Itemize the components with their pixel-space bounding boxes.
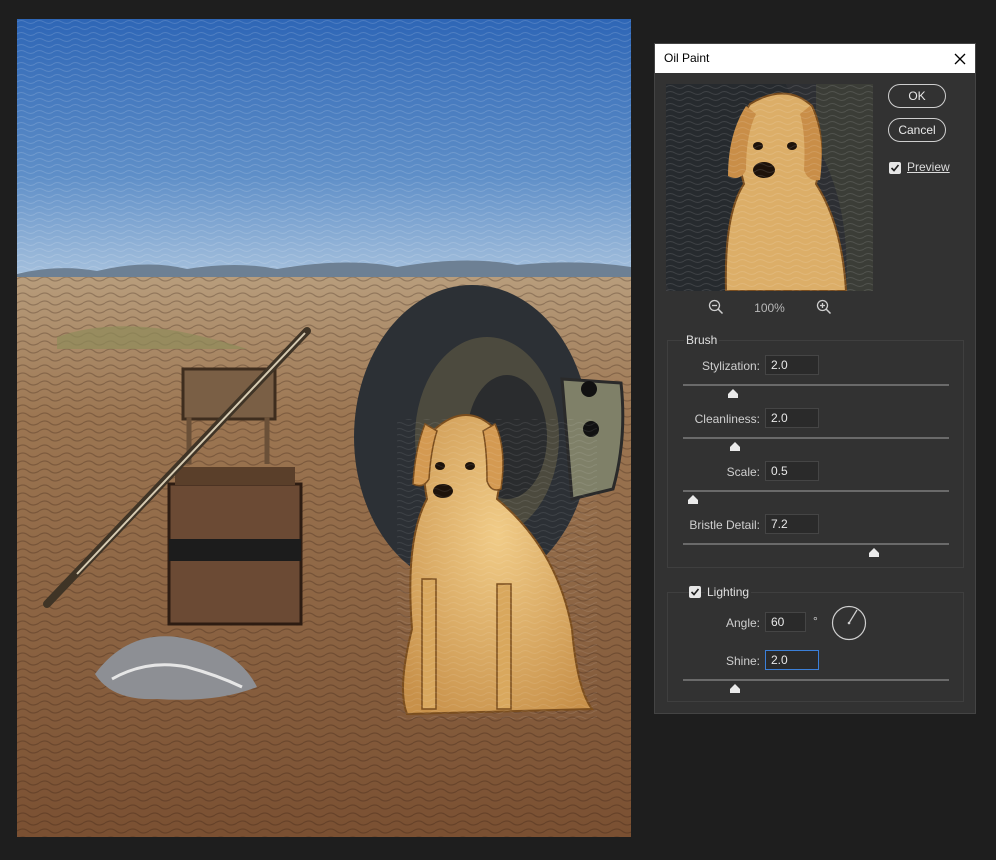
bristle-detail-input[interactable]: 7.2 [765,514,819,534]
brush-group-label: Brush [684,333,720,347]
shine-input[interactable]: 2.0 [765,650,819,670]
checkmark-icon [690,588,700,596]
shine-label: Shine: [725,654,760,668]
scale-slider-thumb[interactable] [688,495,698,504]
stylization-slider-thumb[interactable] [728,389,738,398]
scale-input[interactable]: 0.5 [765,461,819,481]
cleanliness-input[interactable]: 2.0 [765,408,819,428]
scale-slider-track[interactable] [683,490,949,492]
lighting-group-label: Lighting [705,585,752,599]
lighting-checkbox[interactable] [689,586,701,598]
cleanliness-label: Cleanliness: [694,412,760,426]
preview-label[interactable]: Preview [907,160,950,174]
oil-paint-image [17,19,631,837]
close-icon [954,53,966,64]
cleanliness-slider-thumb[interactable] [730,442,740,451]
angle-degree-unit: ° [813,614,818,628]
preview-checkbox[interactable] [889,162,901,174]
zoom-in-icon[interactable] [816,299,832,315]
preview-zoom-bar: 100% [666,299,873,319]
oil-paint-dialog: Oil Paint 100% OK Cancel Preview Brush S… [654,43,976,714]
bristle-detail-slider-track[interactable] [683,543,949,545]
shine-slider-track[interactable] [683,679,949,681]
close-button[interactable] [945,44,975,73]
bristle-detail-slider-thumb[interactable] [869,548,879,557]
checkmark-icon [890,164,900,172]
stylization-input[interactable]: 2.0 [765,355,819,375]
scale-label: Scale: [726,465,760,479]
ok-button[interactable]: OK [888,84,946,108]
stylization-label: Stylization: [701,359,760,373]
preview-image [666,84,873,291]
shine-slider-thumb[interactable] [730,684,740,693]
document-canvas[interactable] [17,19,631,837]
cleanliness-slider-track[interactable] [683,437,949,439]
lighting-group [667,592,964,702]
angle-label: Angle: [725,616,760,630]
cancel-button[interactable]: Cancel [888,118,946,142]
dialog-title: Oil Paint [664,51,710,65]
zoom-level: 100% [754,301,785,315]
angle-dial-icon[interactable] [831,605,867,641]
angle-input[interactable]: 60 [765,612,806,632]
stylization-slider-track[interactable] [683,384,949,386]
bristle-detail-label: Bristle Detail: [689,518,760,532]
dialog-titlebar[interactable]: Oil Paint [655,44,975,73]
preview-thumbnail[interactable] [666,84,873,291]
